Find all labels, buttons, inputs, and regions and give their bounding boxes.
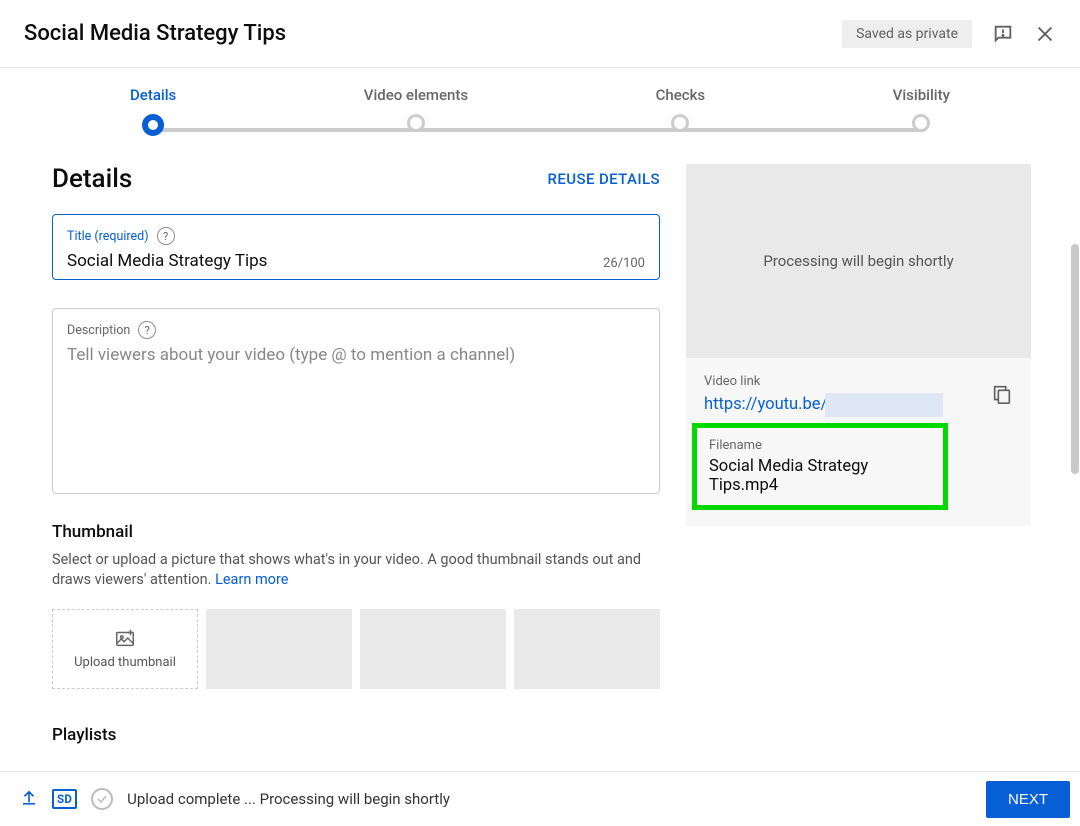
title-label: Title (required) [67, 229, 149, 244]
help-icon[interactable]: ? [157, 227, 175, 245]
page-title: Social Media Strategy Tips [24, 21, 286, 46]
help-icon[interactable]: ? [138, 321, 156, 339]
thumbnail-description: Select or upload a picture that shows wh… [52, 550, 652, 591]
step-visibility[interactable]: Visibility [893, 86, 950, 132]
stepper: Details Video elements Checks Visibility [0, 68, 1080, 136]
copy-icon[interactable] [991, 383, 1013, 409]
step-details[interactable]: Details [130, 86, 176, 136]
reuse-details-button[interactable]: REUSE DETAILS [548, 170, 660, 188]
video-link[interactable]: https://youtu.be/ [704, 395, 827, 414]
title-char-count: 26/100 [603, 256, 645, 271]
details-heading: Details [52, 164, 132, 194]
step-checks[interactable]: Checks [656, 86, 706, 132]
filename-highlight: Filename Social Media Strategy Tips.mp4 [692, 423, 948, 510]
sd-badge: SD [52, 789, 77, 809]
step-dot-icon [671, 114, 689, 132]
thumbnail-learn-more-link[interactable]: Learn more [215, 571, 288, 588]
step-dot-icon [142, 114, 164, 136]
description-field[interactable]: Description ? [52, 308, 660, 494]
description-input[interactable] [67, 345, 645, 465]
thumbnail-slot[interactable] [514, 609, 660, 689]
video-link-id-hidden [825, 393, 943, 417]
upload-thumbnail-button[interactable]: Upload thumbnail [52, 609, 198, 689]
step-dot-icon [912, 114, 930, 132]
add-image-icon [113, 627, 137, 649]
scrollbar[interactable] [1071, 244, 1079, 474]
title-input[interactable] [67, 251, 645, 271]
thumbnail-slot[interactable] [206, 609, 352, 689]
next-button[interactable]: NEXT [986, 781, 1070, 818]
video-preview: Processing will begin shortly [686, 164, 1031, 358]
upload-icon [20, 788, 38, 810]
description-label: Description [67, 323, 130, 338]
step-video-elements[interactable]: Video elements [364, 86, 468, 132]
upload-status-text: Upload complete ... Processing will begi… [127, 790, 450, 808]
step-dot-icon [407, 114, 425, 132]
filename-value: Social Media Strategy Tips.mp4 [709, 457, 931, 495]
video-link-label: Video link [704, 374, 943, 389]
filename-label: Filename [709, 438, 931, 453]
feedback-icon[interactable] [992, 23, 1014, 45]
playlists-heading: Playlists [52, 725, 660, 745]
thumbnail-heading: Thumbnail [52, 522, 660, 542]
title-field[interactable]: Title (required) ? 26/100 [52, 214, 660, 280]
save-status-badge: Saved as private [842, 20, 972, 48]
close-icon[interactable] [1034, 23, 1056, 45]
check-status-icon [91, 788, 113, 810]
thumbnail-slot[interactable] [360, 609, 506, 689]
